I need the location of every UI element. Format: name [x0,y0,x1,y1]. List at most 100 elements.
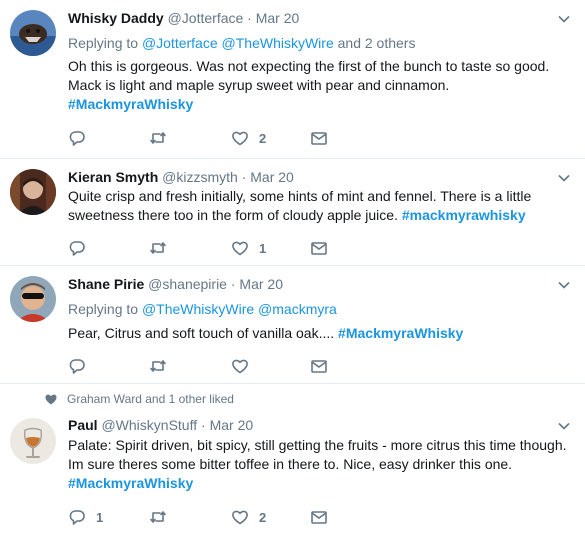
reply-mention[interactable]: @TheWhiskyWire [142,301,254,317]
replying-prefix: Replying to [68,301,139,317]
display-name[interactable]: Shane Pirie [68,276,144,292]
avatar[interactable] [10,276,56,322]
like-button[interactable]: 2 [231,508,266,526]
hashtag[interactable]: #MackmyraWhisky [68,95,573,114]
avatar[interactable] [10,10,56,56]
tweet-paul[interactable]: Paul @WhiskynStuff · Mar 20 Palate: Spir… [0,410,585,535]
display-name[interactable]: Paul [68,417,98,433]
timestamp[interactable]: Mar 20 [210,417,254,433]
tweet-header: Shane Pirie @shanepirie · Mar 20 [68,276,283,292]
avatar-image [10,10,56,56]
direct-message-button[interactable] [310,129,328,147]
tweet-text: Oh this is gorgeous. Was not expecting t… [68,57,573,114]
like-button[interactable]: 2 [231,129,266,147]
retweet-icon [150,242,166,254]
retweet-icon [150,511,166,523]
tweet-whisky-daddy[interactable]: Whisky Daddy @Jotterface · Mar 20 Replyi… [0,0,585,159]
hashtag[interactable]: #mackmyrawhisky [402,207,526,223]
retweet-icon [150,132,166,144]
tweet-shane-pirie[interactable]: Shane Pirie @shanepirie · Mar 20 Replyin… [0,266,585,384]
heart-icon [232,131,248,146]
retweet-button[interactable] [149,508,167,526]
tweet-text: Pear, Citrus and soft touch of vanilla o… [68,324,573,343]
separator: · [230,276,236,292]
separator: · [201,417,206,433]
retweet-button[interactable] [149,129,167,147]
envelope-icon [311,511,327,524]
chevron-down-icon[interactable] [557,171,571,185]
tweet-actions: 1 [68,239,368,259]
reply-mention[interactable]: @Jotterface [142,35,218,51]
replying-prefix: Replying to [68,35,139,51]
direct-message-button[interactable] [310,357,328,375]
avatar-image [10,276,56,322]
like-count: 1 [259,240,267,256]
reply-button[interactable] [68,239,96,257]
tweet-text-line: Palate: Spirit driven, bit spicy, still … [68,437,567,453]
avatar[interactable] [10,418,56,464]
tweet-text: Palate: Spirit driven, bit spicy, still … [68,436,573,493]
hashtag[interactable]: #MackmyraWhisky [68,474,573,493]
social-context[interactable]: Graham Ward and 1 other liked [44,392,234,406]
tweet-text: Quite crisp and fresh initially, some hi… [68,187,573,225]
like-button[interactable]: 1 [231,239,266,257]
reply-button[interactable]: 1 [68,508,103,526]
tweet-text-line: sweetness there too in the form of cloud… [68,207,398,223]
tweet-text-line-wrap: sweetness there too in the form of cloud… [68,206,573,225]
timestamp[interactable]: Mar 20 [239,276,283,292]
social-context-text: Graham Ward and 1 other liked [67,392,234,406]
avatar[interactable] [10,169,56,215]
tweet-text-line: Pear, Citrus and soft touch of vanilla o… [68,325,335,341]
username[interactable]: @kizzsmyth [162,169,238,185]
reply-icon [69,241,85,256]
envelope-icon [311,242,327,255]
replying-to: Replying to @Jotterface @TheWhiskyWire a… [68,35,415,51]
separator: · [241,169,247,185]
retweet-button[interactable] [149,357,167,375]
envelope-icon [311,132,327,145]
like-count: 2 [259,509,267,525]
reply-icon [69,359,85,374]
display-name[interactable]: Kieran Smyth [68,169,158,185]
timestamp[interactable]: Mar 20 [256,10,300,26]
timestamp[interactable]: Mar 20 [250,169,294,185]
heart-icon [232,510,248,525]
tweet-kieran-smyth[interactable]: Kieran Smyth @kizzsmyth · Mar 20 Quite c… [0,159,585,266]
replying-suffix[interactable]: and 2 others [338,35,416,51]
retweet-button[interactable] [149,239,167,257]
reply-button[interactable] [68,357,96,375]
tweet-text-line: Mack is light and maple syrup sweet with… [68,77,450,93]
tweet-actions: 1 2 [68,508,368,528]
display-name[interactable]: Whisky Daddy [68,10,164,26]
chevron-down-icon[interactable] [557,12,571,26]
username[interactable]: @Jotterface [168,10,244,26]
like-count: 2 [259,130,267,146]
heart-icon [232,359,248,374]
separator: · [247,10,252,26]
tweet-text-line: Im sure theres some bitter toffee in the… [68,456,513,472]
hashtag[interactable]: #MackmyraWhisky [338,325,463,341]
heart-icon [232,241,248,256]
chevron-down-icon[interactable] [557,278,571,292]
like-button[interactable] [231,357,259,375]
reply-mention[interactable]: @TheWhiskyWire [222,35,334,51]
replying-to: Replying to @TheWhiskyWire @mackmyra [68,301,337,317]
retweet-icon [150,360,166,372]
reply-icon [69,510,85,525]
direct-message-button[interactable] [310,508,328,526]
reply-icon [69,131,85,146]
reply-mention[interactable]: @mackmyra [258,301,337,317]
chevron-down-icon[interactable] [557,419,571,433]
tweet-header: Paul @WhiskynStuff · Mar 20 [68,417,253,433]
tweet-text-line: Quite crisp and fresh initially, some hi… [68,188,532,204]
envelope-icon [311,360,327,373]
tweet-header: Whisky Daddy @Jotterface · Mar 20 [68,10,299,26]
avatar-image [10,418,56,464]
username[interactable]: @WhiskynStuff [101,417,197,433]
direct-message-button[interactable] [310,239,328,257]
username[interactable]: @shanepirie [148,276,227,292]
tweet-actions: 2 [68,129,368,149]
reply-count: 1 [96,509,104,525]
tweet-text-line: Oh this is gorgeous. Was not expecting t… [68,58,550,74]
reply-button[interactable] [68,129,96,147]
